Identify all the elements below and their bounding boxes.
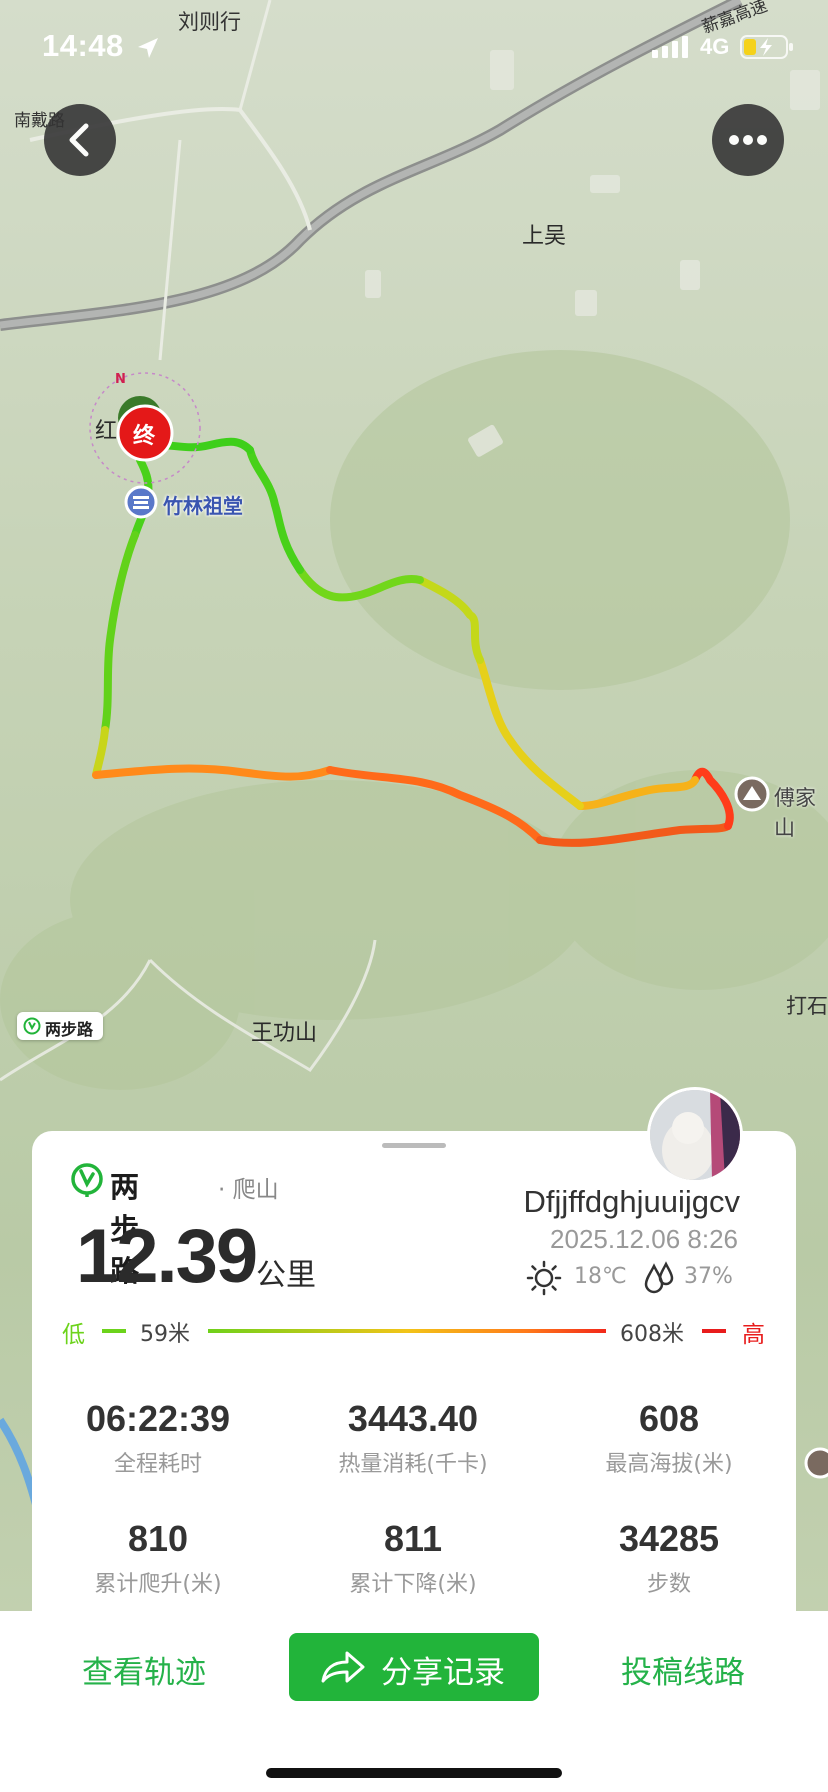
stat-calories: 3443.40 热量消耗(千卡): [288, 1398, 538, 1478]
avatar[interactable]: [647, 1087, 743, 1183]
elevation-high-value: 608米: [620, 1322, 684, 1347]
distance-value: 12.39: [76, 1214, 258, 1299]
drag-handle[interactable]: [382, 1143, 446, 1148]
home-indicator[interactable]: [266, 1768, 562, 1778]
share-arrow-icon: [321, 1651, 365, 1683]
stat-label: 累计下降(米): [349, 1572, 477, 1597]
signal-icon: [652, 36, 688, 58]
stat-duration: 06:22:39 全程耗时: [33, 1398, 283, 1478]
stat-value: 06:22:39: [85, 1398, 231, 1439]
end-marker-label: 终: [133, 424, 156, 449]
stat-max-altitude: 608 最高海拔(米): [544, 1398, 794, 1478]
map-label: 王功山: [251, 1021, 318, 1046]
record-datetime: 2025.12.06 8:26: [550, 1224, 738, 1254]
elevation-low-swatch: [102, 1329, 126, 1333]
stat-value: 608: [638, 1398, 700, 1439]
view-track-button[interactable]: 查看轨迹: [82, 1647, 206, 1692]
stat-label: 热量消耗(千卡): [338, 1452, 488, 1477]
more-dots-icon: [729, 135, 767, 145]
stat-value: 34285: [618, 1518, 720, 1559]
more-button[interactable]: [712, 104, 784, 176]
status-bar: 14:48 4G: [0, 28, 828, 72]
stat-value: 811: [383, 1518, 443, 1559]
sun-icon: [526, 1260, 562, 1296]
poi-label[interactable]: 竹林祖堂: [163, 490, 243, 519]
weather-info: 18℃ 37%: [526, 1260, 746, 1296]
map-brand-label: 两步路: [45, 1020, 94, 1039]
stat-label: 最高海拔(米): [605, 1452, 733, 1477]
network-type: 4G: [700, 34, 730, 59]
map-label: 打石: [786, 994, 828, 1018]
temperature: 18℃: [574, 1264, 627, 1289]
location-arrow-icon: [138, 38, 158, 58]
brand-logo-icon: [71, 1163, 103, 1197]
compass-n: N: [115, 372, 126, 387]
distance-unit: 公里: [256, 1258, 316, 1293]
battery-charging-icon: [740, 35, 793, 59]
stat-ascent: 810 累计爬升(米): [33, 1518, 283, 1598]
peak-label[interactable]: 傅家山: [774, 782, 828, 842]
stat-label: 累计爬升(米): [94, 1572, 222, 1597]
stat-value: 3443.40: [347, 1398, 479, 1439]
share-record-button[interactable]: 分享记录: [289, 1633, 539, 1701]
humidity: 37%: [684, 1264, 733, 1289]
elevation-gradient-bar: [208, 1329, 606, 1333]
elevation-low-value: 59米: [140, 1322, 190, 1347]
status-time: 14:48: [42, 28, 124, 63]
username: Dfjjffdghjuuijgcv: [523, 1184, 740, 1219]
map-label: 上吴: [522, 224, 567, 249]
map-label: 刘则行: [178, 10, 241, 34]
humidity-drops-icon: [644, 1261, 674, 1294]
stat-descent: 811 累计下降(米): [288, 1518, 538, 1598]
map-brand-chip: 两步路: [17, 1012, 103, 1040]
submit-route-button[interactable]: 投稿线路: [621, 1647, 745, 1692]
stat-value: 810: [127, 1518, 189, 1559]
elevation-high-swatch: [702, 1329, 726, 1333]
bottom-action-bar: 查看轨迹 分享记录 投稿线路: [0, 1611, 828, 1792]
map-label: 南戴路: [14, 111, 65, 131]
elevation-high-label: 高: [742, 1322, 765, 1348]
elevation-low-label: 低: [62, 1322, 85, 1348]
brand-logo-icon: [23, 1017, 41, 1035]
activity-type: · 爬山: [218, 1177, 279, 1203]
stat-steps: 34285 步数: [544, 1518, 794, 1598]
stat-label: 步数: [646, 1572, 691, 1597]
share-record-label: 分享记录: [381, 1655, 505, 1691]
elevation-legend: 低 59米 608米 高: [60, 1315, 770, 1348]
map-label: 红: [95, 419, 118, 444]
avatar-image: [650, 1090, 740, 1180]
stat-label: 全程耗时: [113, 1452, 202, 1477]
